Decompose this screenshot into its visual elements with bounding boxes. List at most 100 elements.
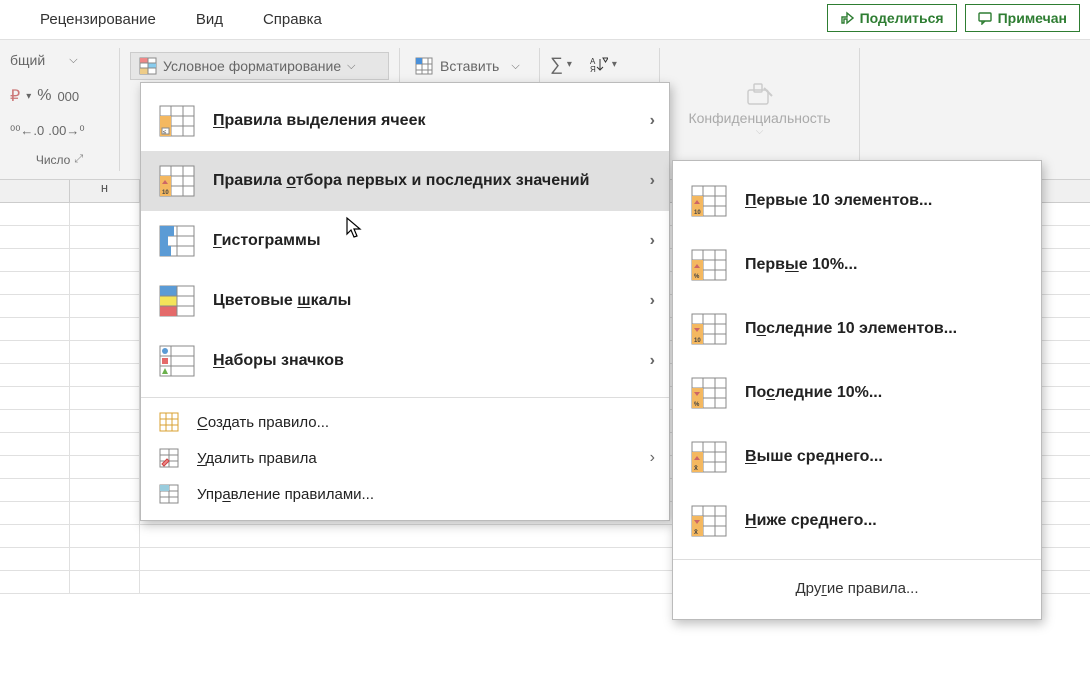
sort-filter-icon[interactable]: AЯ [590,56,608,74]
cell[interactable] [70,272,140,294]
menu-separator [141,397,669,398]
expand-icon[interactable]: ⤢ [74,153,83,166]
comma-icon[interactable]: 000 [57,89,79,104]
clear-rules-icon [159,448,179,468]
bottom10pct-icon: % [691,377,727,409]
cell[interactable] [70,571,140,593]
cell[interactable] [0,571,70,593]
submenu-bottom-10-percent[interactable]: % Последние 10%... [673,361,1041,425]
insert-button[interactable]: Вставить ⌵ [410,52,529,80]
cell[interactable] [70,456,140,478]
chevron-right-icon: › [650,172,655,190]
tab-help[interactable]: Справка [263,11,322,28]
comments-button[interactable]: Примечан [965,4,1080,32]
below-avg-icon: x̄ [691,505,727,537]
cell[interactable] [70,387,140,409]
submenu-bottom-10-items[interactable]: 10 Последние 10 элементов... [673,297,1041,361]
decrease-decimal-icon[interactable]: .00→⁰ [48,123,84,139]
tab-review[interactable]: Рецензирование [40,11,156,28]
cell[interactable] [0,341,70,363]
cell[interactable] [70,525,140,547]
cell[interactable] [70,249,140,271]
cell[interactable] [0,456,70,478]
chevron-down-icon[interactable]: ⌵ [511,60,519,73]
cell[interactable] [0,226,70,248]
cell[interactable] [0,410,70,432]
submenu-more-rules[interactable]: Другие правила... [673,566,1041,611]
menu-separator [673,559,1041,560]
menu-icon-sets[interactable]: Наборы значков › [141,331,669,391]
increase-decimal-icon[interactable]: ⁰⁰←.0 [10,123,44,139]
new-rule-icon [159,412,179,432]
menu-manage-rules[interactable]: Управление правилами... [141,476,669,512]
comment-icon [978,11,992,25]
cell[interactable] [0,364,70,386]
cell[interactable] [70,226,140,248]
cell[interactable] [0,295,70,317]
cf-table-icon [139,57,157,75]
iconsets-icon [159,345,195,377]
cell[interactable] [0,318,70,340]
chevron-right-icon: › [650,232,655,250]
cell[interactable] [0,203,70,225]
column-header[interactable] [0,180,70,202]
conditional-formatting-button[interactable]: Условное форматирование ⌵ [130,52,389,80]
submenu-below-average[interactable]: x̄ Ниже среднего... [673,489,1041,553]
cell[interactable] [70,364,140,386]
confidentiality-label: Конфиденциальность [688,110,830,126]
cell[interactable] [0,548,70,570]
cell[interactable] [70,433,140,455]
cell[interactable] [70,318,140,340]
highlight-rules-icon: ≤ [159,105,195,137]
submenu-above-average[interactable]: x̄ Выше среднего... [673,425,1041,489]
cell[interactable] [0,272,70,294]
cell[interactable] [70,548,140,570]
svg-text:x̄: x̄ [694,464,698,472]
chevron-down-icon[interactable]: ⌵ [69,54,77,67]
cell[interactable] [0,387,70,409]
top-bottom-icon: 10 [159,165,195,197]
top10pct-icon: % [691,249,727,281]
svg-text:x̄: x̄ [694,528,698,536]
confidentiality-group: Конфиденциальность ⌵ [660,48,860,171]
submenu-top-10-items[interactable]: 10 Первые 10 элементов... [673,169,1041,233]
svg-text:%: % [694,274,700,280]
cell[interactable] [0,479,70,501]
cell[interactable] [0,525,70,547]
cell[interactable] [70,479,140,501]
cell[interactable] [70,341,140,363]
cell[interactable] [70,295,140,317]
cf-button-label: Условное форматирование [163,58,341,74]
confidentiality-icon [744,82,776,110]
cell[interactable] [0,502,70,524]
manage-rules-icon [159,484,179,504]
menu-new-rule[interactable]: Создать правило... [141,404,669,440]
submenu-top-10-percent[interactable]: % Первые 10%... [673,233,1041,297]
cell[interactable] [70,410,140,432]
svg-text:10: 10 [694,338,701,344]
databars-icon [159,225,195,257]
autosum-icon[interactable]: ∑ [550,54,563,75]
menu-color-scales[interactable]: Цветовые шкалы › [141,271,669,331]
number-format-select[interactable]: бщий [10,52,45,68]
menu-highlight-cells-rules[interactable]: ≤ ППравила выделения ячеекравила выделен… [141,91,669,151]
chevron-down-icon: ⌵ [756,126,764,137]
chevron-right-icon: › [650,292,655,310]
currency-icon[interactable]: ₽ [10,86,20,106]
percent-icon[interactable]: % [37,87,51,105]
tab-view[interactable]: Вид [196,11,223,28]
comments-label: Примечан [998,10,1067,26]
menu-data-bars[interactable]: Гистограммы › [141,211,669,271]
cell[interactable] [70,502,140,524]
conditional-formatting-menu: ≤ ППравила выделения ячеекравила выделен… [140,82,670,521]
share-button[interactable]: Поделиться [827,4,957,32]
menu-top-bottom-rules[interactable]: 10 Правила отбора первых и последних зна… [141,151,669,211]
menu-clear-rules[interactable]: Удалить правила › [141,440,669,476]
cell[interactable] [70,203,140,225]
cell[interactable] [0,249,70,271]
chevron-down-icon: ⌵ [347,60,355,73]
column-header[interactable]: н [70,180,140,202]
chevron-right-icon: › [650,112,655,130]
top-bottom-submenu: 10 Первые 10 элементов... % Первые 10%..… [672,160,1042,620]
cell[interactable] [0,433,70,455]
